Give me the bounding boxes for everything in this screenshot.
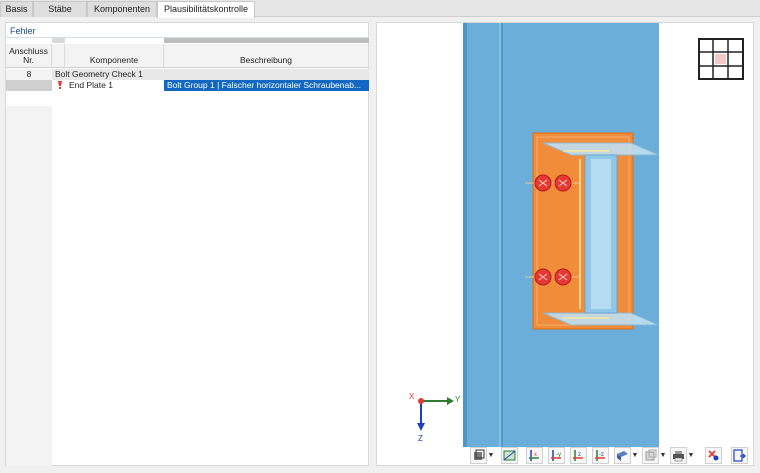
tab-plausibilitaetskontrolle[interactable]: Plausibilitätskontrolle: [157, 1, 255, 18]
tab-basis[interactable]: Basis: [0, 1, 33, 17]
svg-text:x: x: [534, 452, 537, 458]
svg-text:z: z: [578, 452, 581, 458]
render-mode-icon[interactable]: [614, 447, 631, 464]
table-row[interactable]: 8 Bolt Geometry Check 1: [6, 69, 369, 80]
view-cube-icon[interactable]: [698, 38, 744, 80]
svg-text:-z: -z: [599, 452, 604, 458]
beam-web-face: [591, 159, 611, 309]
table-row-selected[interactable]: End Plate 1 Bolt Group 1 | Falscher hori…: [6, 80, 369, 91]
end-plate[interactable]: [532, 132, 634, 330]
column-header-marker[interactable]: [52, 44, 65, 68]
chevron-down-icon[interactable]: ▼: [659, 447, 667, 464]
column-header-nr[interactable]: Anschluss Nr.: [6, 44, 52, 68]
section-title-fehler: Fehler: [10, 26, 36, 36]
chevron-down-icon[interactable]: ▼: [687, 447, 695, 464]
axis-z-label: Z: [418, 434, 423, 443]
view-x-icon[interactable]: x: [526, 447, 543, 464]
header-strip: [164, 38, 369, 43]
axis-x-label: X: [409, 392, 415, 401]
column-flange-edge: [463, 23, 467, 447]
row-number-gutter: [6, 106, 52, 466]
header-strip: [52, 38, 65, 43]
column-header-component-label: Komponente: [89, 55, 139, 65]
column-header-description-label: Beschreibung: [240, 55, 292, 65]
model-view-icon[interactable]: [501, 447, 518, 464]
row-component: End Plate 1: [69, 80, 113, 90]
clear-selection-icon[interactable]: [705, 447, 722, 464]
tab-bar: Basis Stäbe Komponenten Plausibilitätsko…: [0, 0, 760, 18]
tab-komponenten[interactable]: Komponenten: [87, 1, 157, 17]
view-minus-y-icon[interactable]: -y: [548, 447, 565, 464]
axis-triad: X Y Z: [409, 392, 461, 443]
column-header-nr-line2: Nr.: [23, 55, 34, 65]
model-canvas[interactable]: X Y Z: [377, 23, 755, 467]
display-options-icon[interactable]: [470, 447, 487, 464]
print-icon[interactable]: [670, 447, 687, 464]
row-nr: [6, 80, 52, 91]
axis-y-label: Y: [455, 395, 461, 404]
view-minus-z-icon[interactable]: -z: [592, 447, 609, 464]
chevron-down-icon[interactable]: ▼: [487, 447, 495, 464]
view-z-icon[interactable]: z: [570, 447, 587, 464]
errors-panel: Fehler Anschluss Nr. Komponente Beschrei…: [5, 22, 369, 466]
column-header-component[interactable]: Komponente: [65, 44, 164, 68]
column-header-description[interactable]: Beschreibung: [164, 44, 369, 68]
model-viewport[interactable]: X Y Z ▼ x -y z -z ▼ ▼ ▼: [376, 22, 754, 466]
transparency-icon[interactable]: [642, 447, 659, 464]
row-component: Bolt Geometry Check 1: [55, 69, 143, 79]
svg-text:-y: -y: [556, 452, 561, 458]
row-description: Bolt Group 1 | Falscher horizontaler Sch…: [164, 80, 369, 91]
row-nr: 8: [6, 69, 52, 80]
error-marker-icon: [58, 81, 62, 89]
chevron-down-icon[interactable]: ▼: [631, 447, 639, 464]
exit-view-icon[interactable]: [731, 447, 748, 464]
tab-staebe[interactable]: Stäbe: [33, 1, 87, 17]
